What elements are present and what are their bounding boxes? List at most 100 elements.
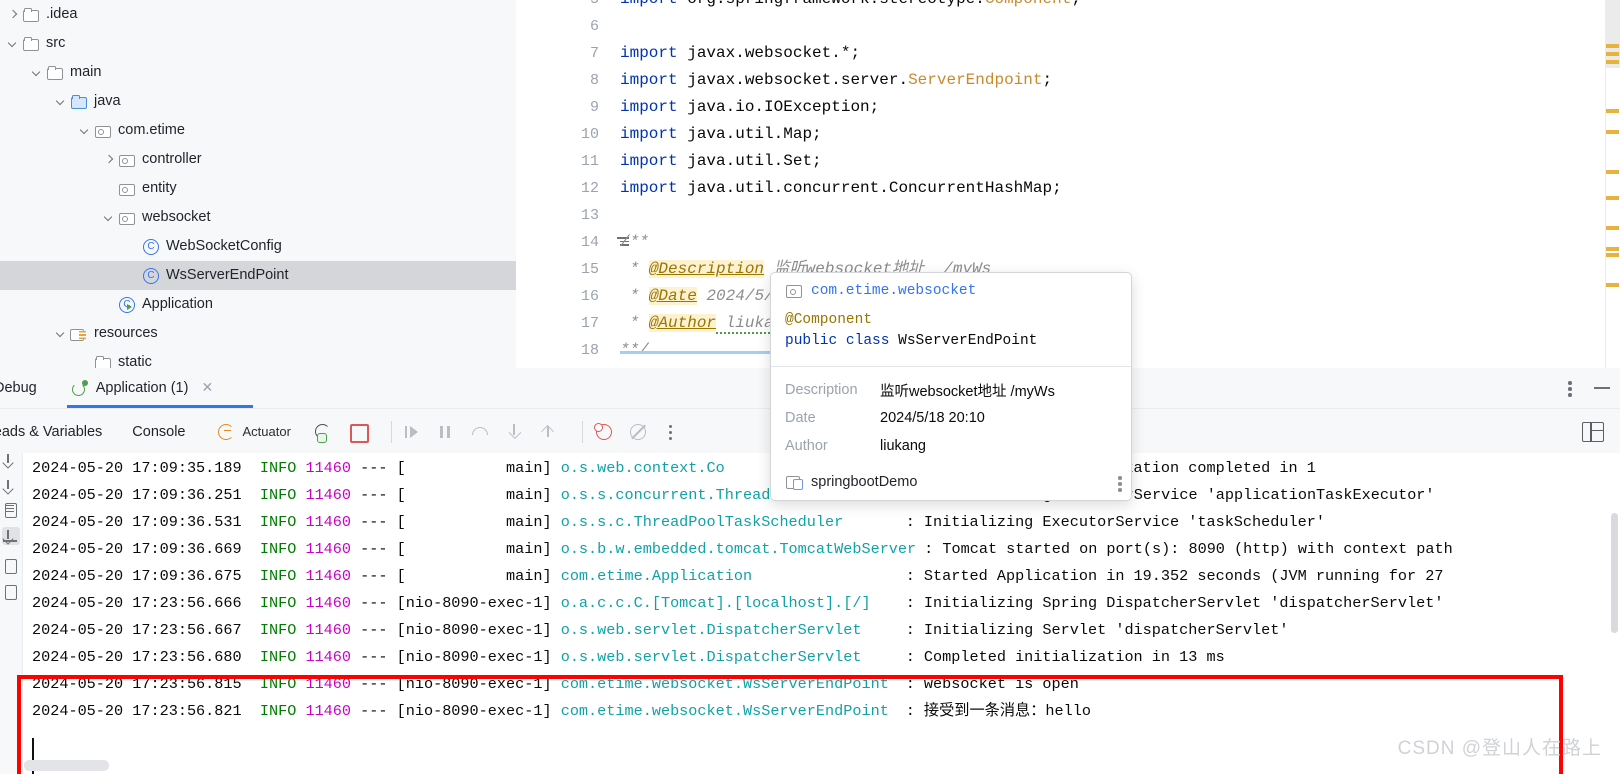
warning-marker[interactable] [1606, 170, 1619, 174]
console-log-list[interactable]: 2024-05-20 17:09:35.189 INFO 11460 --- [… [22, 453, 1620, 774]
code-line[interactable] [620, 202, 1620, 229]
soft-wrap-icon[interactable] [2, 501, 20, 519]
tab-threads-variables[interactable]: Threads & Variables [0, 424, 102, 440]
console-log-line[interactable]: 2024-05-20 17:09:36.669 INFO 11460 --- [… [22, 536, 1620, 563]
code-line[interactable]: import java.util.concurrent.ConcurrentHa… [620, 175, 1620, 202]
close-tab-icon[interactable]: ✕ [200, 380, 214, 395]
view-breakpoints-icon[interactable] [593, 421, 615, 443]
stop-icon[interactable] [347, 421, 369, 443]
resume-program-icon[interactable] [402, 421, 424, 443]
console-output-panel[interactable]: 2024-05-20 17:09:35.189 INFO 11460 --- [… [0, 453, 1620, 774]
scroll-to-end-icon[interactable] [2, 527, 20, 545]
layout-settings-icon[interactable] [1582, 421, 1604, 442]
minimize-icon[interactable] [1594, 387, 1610, 389]
debug-window-title: Debug [0, 380, 37, 396]
tree-item-application[interactable]: Application [0, 290, 516, 319]
console-log-line[interactable]: 2024-05-20 17:23:56.680 INFO 11460 --- [… [22, 644, 1620, 671]
code-line[interactable]: import javax.websocket.server.ServerEndp… [620, 67, 1620, 94]
warning-marker[interactable] [1606, 247, 1619, 251]
console-log-line[interactable]: 2024-05-20 17:23:56.666 INFO 11460 --- [… [22, 590, 1620, 617]
toolbar-more-options-icon[interactable] [668, 423, 673, 441]
line-number: 10 [525, 121, 609, 148]
tree-item-websocketconfig[interactable]: WebSocketConfig [0, 232, 516, 261]
warning-marker[interactable] [1606, 283, 1619, 287]
warning-marker[interactable] [1606, 130, 1619, 134]
console-log-line[interactable]: 2024-05-20 17:23:56.815 INFO 11460 --- [… [22, 671, 1620, 698]
code-token: java.util.Map; [687, 125, 822, 143]
warning-marker[interactable] [1606, 226, 1619, 230]
print-icon[interactable] [2, 557, 20, 575]
console-log-line[interactable]: 2024-05-20 17:09:36.675 INFO 11460 --- [… [22, 563, 1620, 590]
warning-marker[interactable] [1606, 60, 1619, 64]
chevron-down-icon[interactable] [78, 124, 92, 138]
rerun-debug-icon[interactable] [313, 421, 335, 443]
code-token: import [620, 125, 688, 143]
warning-marker[interactable] [1606, 44, 1619, 48]
chevron-right-icon[interactable] [6, 8, 20, 22]
console-log-line[interactable]: 2024-05-20 17:23:56.667 INFO 11460 --- [… [22, 617, 1620, 644]
log-message: : Initializing ExecutorService 'taskSche… [905, 513, 1325, 531]
editor-line-numbers: 5 6 7 8 9 10 11 12 13 14 15 16 17 18 [525, 0, 629, 359]
doc-detail-value: 2024/5/18 20:10 [880, 410, 985, 426]
console-horizontal-scrollbar[interactable] [24, 760, 109, 771]
console-vertical-scrollbar[interactable] [1611, 513, 1618, 633]
clear-all-icon[interactable] [2, 583, 20, 601]
code-line[interactable]: import java.util.Set; [620, 148, 1620, 175]
chevron-down-icon[interactable] [30, 66, 44, 80]
mute-breakpoints-icon[interactable] [627, 421, 649, 443]
console-log-line[interactable]: 2024-05-20 17:09:36.531 INFO 11460 --- [… [22, 509, 1620, 536]
documentation-popup[interactable]: com.etime.websocket @Component public cl… [770, 272, 1132, 501]
code-token: javax.websocket.server. [687, 71, 909, 89]
marker-viewport[interactable] [1606, 0, 1620, 68]
tree-item-entity[interactable]: entity [0, 174, 516, 203]
step-into-icon[interactable] [504, 421, 526, 443]
pause-program-icon[interactable] [436, 421, 458, 443]
code-line[interactable]: import java.io.IOException; [620, 94, 1620, 121]
doc-detail-value: 监听websocket地址 /myWs [880, 383, 1055, 400]
tab-actuator[interactable]: Actuator [216, 422, 291, 442]
warning-marker[interactable] [1606, 109, 1619, 113]
tree-item-controller[interactable]: controller [0, 145, 516, 174]
chevron-right-icon[interactable] [102, 153, 116, 167]
warning-marker[interactable] [1606, 253, 1619, 257]
code-token: import [620, 71, 688, 89]
console-log-line[interactable]: 2024-05-20 17:23:56.821 INFO 11460 --- [… [22, 698, 1620, 725]
warning-marker[interactable] [1606, 196, 1619, 200]
tree-item-wsserverendpoint[interactable]: WsServerEndPoint [0, 261, 516, 290]
chevron-down-icon[interactable] [102, 211, 116, 225]
tree-arrow-placeholder [78, 356, 92, 369]
step-over-icon[interactable] [470, 421, 492, 443]
tree-item-com-etime[interactable]: com.etime [0, 116, 516, 145]
scroll-down-icon[interactable] [2, 477, 20, 495]
code-line[interactable] [620, 13, 1620, 40]
tab-application[interactable]: Application (1) ✕ [66, 368, 253, 408]
log-thread: [nio-8090-exec-1] [396, 594, 552, 612]
project-tool-window[interactable]: .idea src main java com.etime controller entit… [0, 0, 516, 368]
chevron-down-icon[interactable] [54, 327, 68, 341]
tree-item-label: java [94, 93, 121, 109]
tree-item--idea[interactable]: .idea [0, 0, 516, 29]
tree-item-src[interactable]: src [0, 29, 516, 58]
tree-item-main[interactable]: main [0, 58, 516, 87]
tab-console[interactable]: Console [132, 424, 185, 440]
line-number-text: 11 [580, 153, 599, 170]
warning-marker[interactable] [1606, 52, 1619, 56]
tree-item-websocket[interactable]: websocket [0, 203, 516, 232]
scroll-up-icon[interactable] [2, 453, 20, 469]
editor-marker-bar[interactable] [1605, 0, 1620, 368]
code-line[interactable]: import java.util.Map; [620, 121, 1620, 148]
chevron-down-icon[interactable] [54, 95, 68, 109]
tree-item-static[interactable]: static [0, 348, 516, 368]
step-out-icon[interactable] [538, 421, 560, 443]
tree-item-java[interactable]: java [0, 87, 516, 116]
log-pid: 11460 [305, 513, 352, 531]
tree-item-resources[interactable]: resources [0, 319, 516, 348]
line-number: 9 [525, 94, 609, 121]
code-line[interactable]: import javax.websocket.*; [620, 40, 1620, 67]
doc-more-options-icon[interactable] [1118, 474, 1122, 492]
chevron-down-icon[interactable] [6, 37, 20, 51]
code-line[interactable]: /** [620, 229, 1620, 256]
code-line[interactable]: import org.springframework.stereotype.Co… [620, 0, 1620, 13]
more-options-icon[interactable] [1568, 379, 1572, 397]
log-level: INFO [259, 648, 297, 666]
